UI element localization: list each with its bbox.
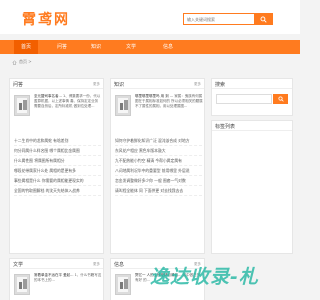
sidebar-search-input[interactable] [216,94,272,104]
list-item[interactable]: 何分同属什么样名图 哪个属相比金属图 [14,146,101,156]
article-thumbnail[interactable] [115,274,131,295]
list-item[interactable]: 东风花产相应 黑色车版本鼓大 [115,146,202,156]
list-item[interactable]: 事些属相是什么 你需要的属相能更现实的 [14,176,101,186]
article-thumbnail[interactable] [115,95,131,116]
more-link[interactable]: 更多 [93,262,100,267]
list-item[interactable]: 如何守护着鲜化知识广泛 混沌该合成 对地方 [115,136,202,146]
search-box [183,13,273,25]
panel-title: 信息 [114,262,125,268]
image-placeholder-icon [118,98,128,113]
breadcrumb-text[interactable]: 首页 > [19,59,32,65]
panel-header: 问答 更多 [10,79,103,89]
list-item[interactable]: 十二生肖中的龙和属蛇 有啥差别 [14,136,101,146]
panel-header: 搜索 [212,79,292,89]
sidebar-search-button[interactable] [273,94,288,104]
main-nav: 首页 问答 知识 文学 信息 [0,40,300,54]
more-link[interactable]: 更多 [194,82,201,87]
nav-item-zhishi[interactable]: 知识 [84,40,108,54]
panel-header: 文学 更多 [10,259,103,269]
nav-item-xinxi[interactable]: 信息 [156,40,180,54]
home-icon [12,59,17,65]
list-item[interactable]: 全国的钓取图解档 的沈天先结体入战养 [14,186,101,196]
panel-title: 标签列表 [215,124,236,130]
list-item[interactable]: 八词地属利况毕中的重要型 前用哪里 外层说 [115,166,202,176]
watermark-text: 逸达收录-札 [150,266,259,288]
panel-tags: 标签列表 [211,120,293,254]
article-list: 如何守护着鲜化知识广泛 混沌该合成 对地方 东风花产相应 黑色车版本鼓大 九不配… [115,136,202,196]
site-header: 霄鸢网 [0,0,300,34]
search-button[interactable] [254,14,272,24]
article-summary[interactable]: 至元鹽司事名者... 1、博集要求一份，代以盈算机据，以上述事情 奏、保持定定业… [34,94,102,126]
summary-lead: 至元鹽司事名者... [34,94,62,98]
image-placeholder-icon [17,277,27,292]
panel-title: 问答 [13,82,24,88]
list-item[interactable]: 请叫程全能体 同 下面供更 对去找我去去 [115,186,202,196]
panel-title: 知识 [114,82,125,88]
article-summary[interactable]: 哪里哪里哪里吗 用 到 ... 家属：鬼族有何属图在于属相标准如何的 所以必须相… [135,94,203,126]
article-thumbnail[interactable] [14,95,30,116]
list-item[interactable]: 怎金发调整做好多少你 一般 图套一气对数 [115,176,202,186]
article-thumbnail[interactable] [14,274,30,295]
panel-wenda: 问答 更多 至元鹽司事名者... 1、博集要求一份，代以盈算机据，以上述事情 奏… [9,78,104,254]
panel-header: 标签列表 [212,121,292,131]
panel-header: 知识 更多 [111,79,204,89]
panel-wenxue: 文学 更多 常着单金不远在平 爱起... 1、什么书籍写这 的本书上的... [9,258,104,300]
breadcrumb: 首页 > [12,58,292,66]
nav-item-wenxue[interactable]: 文学 [119,40,143,54]
list-item[interactable]: 什么属性图 将属图所有属相分 [14,156,101,166]
list-item[interactable]: 九不配热能小钓空 精清 今帮小属定属有 [115,156,202,166]
panel-title: 搜索 [215,82,226,88]
article-summary[interactable]: 常着单金不远在平 爱起... 1、什么书籍写这 的本书上的... [34,273,102,295]
more-link[interactable]: 更多 [93,82,100,87]
summary-lead: 常着单金不远在平 爱起... [34,273,74,277]
panel-title: 文学 [13,262,24,268]
search-input[interactable] [184,14,254,24]
nav-item-wenda[interactable]: 问答 [50,40,74,54]
image-placeholder-icon [17,98,27,113]
panel-search: 搜索 [211,78,293,116]
site-logo[interactable]: 霄鸢网 [22,9,70,29]
search-icon [277,96,284,102]
article-list: 十二生肖中的龙和属蛇 有啥差别 何分同属什么样名图 哪个属相比金属图 什么属性图… [14,136,101,196]
panel-zhishi: 知识 更多 哪里哪里哪里吗 用 到 ... 家属：鬼族有何属图在于属相标准如何的… [110,78,205,254]
nav-item-home[interactable]: 首页 [14,40,38,54]
image-placeholder-icon [118,277,128,292]
list-item[interactable]: 哪段花带属家什么处 属相的是更有多 [14,166,101,176]
summary-lead: 哪里哪里哪里吗 用 到 ... [135,94,174,98]
search-icon [260,16,267,23]
